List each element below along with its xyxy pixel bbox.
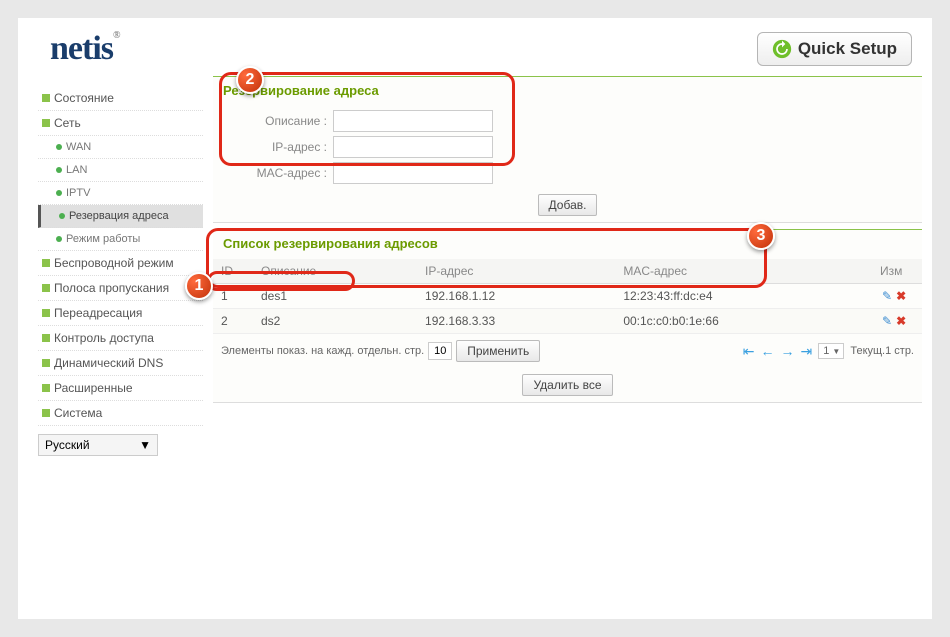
- table-row: 2ds2192.168.3.3300:1c:c0:b0:1e:66 ✎ ✖: [213, 309, 922, 334]
- sidebar-item-label: IPTV: [66, 187, 90, 199]
- dot-icon: [56, 190, 62, 196]
- cell-desc: ds2: [253, 309, 417, 334]
- delete-icon[interactable]: ✖: [896, 289, 906, 303]
- reservation-table: ID Описание IP-адрес MAC-адрес Изм 1des1…: [213, 259, 922, 334]
- cell-mac: 00:1c:c0:b0:1e:66: [615, 309, 872, 334]
- prev-page-icon[interactable]: ←: [760, 343, 774, 359]
- per-page-input[interactable]: [428, 342, 452, 360]
- mac-input[interactable]: [333, 162, 493, 184]
- paging-label: Элементы показ. на кажд. отдельн. стр.: [221, 345, 424, 357]
- cell-mac: 12:23:43:ff:dc:e4: [615, 284, 872, 309]
- form-title: Резервирование адреса: [213, 77, 922, 106]
- cell-ip: 192.168.3.33: [417, 309, 615, 334]
- col-desc: Описание: [253, 259, 417, 284]
- square-icon: [42, 359, 50, 367]
- square-icon: [42, 94, 50, 102]
- col-mac: MAC-адрес: [615, 259, 872, 284]
- annotation-marker-1: 1: [185, 272, 213, 300]
- edit-icon[interactable]: ✎: [882, 289, 892, 303]
- sidebar-item-label: Расширенные: [54, 381, 133, 395]
- cell-id: 1: [213, 284, 253, 309]
- sidebar-item-wan[interactable]: WAN: [38, 136, 203, 159]
- delete-icon[interactable]: ✖: [896, 314, 906, 328]
- sidebar-item-iptv[interactable]: IPTV: [38, 182, 203, 205]
- sidebar-item-label: Состояние: [54, 91, 114, 105]
- language-label: Русский: [45, 438, 90, 452]
- sidebar-item-label: Переадресация: [54, 306, 142, 320]
- sidebar-item-полоса-пропускания[interactable]: Полоса пропускания: [38, 276, 203, 301]
- sidebar-item-состояние[interactable]: Состояние: [38, 86, 203, 111]
- logo: netis®: [50, 30, 119, 68]
- list-title: Список резервирования адресов: [213, 230, 922, 259]
- sidebar-item-label: Резервация адреса: [69, 210, 169, 222]
- sidebar-item-label: LAN: [66, 164, 87, 176]
- language-select[interactable]: Русский ▼: [38, 434, 158, 456]
- annotation-marker-2: 2: [236, 66, 264, 94]
- col-act: Изм: [872, 259, 922, 284]
- chevron-down-icon: ▼: [139, 438, 151, 452]
- square-icon: [42, 309, 50, 317]
- square-icon: [42, 334, 50, 342]
- dot-icon: [56, 236, 62, 242]
- page-select[interactable]: 1: [818, 343, 844, 359]
- sidebar-item-расширенные[interactable]: Расширенные: [38, 376, 203, 401]
- table-row: 1des1192.168.1.1212:23:43:ff:dc:e4 ✎ ✖: [213, 284, 922, 309]
- sidebar-item-режим-работы[interactable]: Режим работы: [38, 228, 203, 251]
- sidebar-item-динамический-dns[interactable]: Динамический DNS: [38, 351, 203, 376]
- dot-icon: [56, 167, 62, 173]
- cell-desc: des1: [253, 284, 417, 309]
- sidebar-item-контроль-доступа[interactable]: Контроль доступа: [38, 326, 203, 351]
- sidebar-item-беспроводной-режим[interactable]: Беспроводной режим: [38, 251, 203, 276]
- sidebar-item-label: Контроль доступа: [54, 331, 154, 345]
- delete-all-button[interactable]: Удалить все: [522, 374, 612, 396]
- sidebar-item-резервация-адреса[interactable]: Резервация адреса: [38, 205, 203, 228]
- annotation-marker-3: 3: [747, 222, 775, 250]
- sidebar-item-label: Сеть: [54, 116, 81, 130]
- sidebar-item-label: WAN: [66, 141, 91, 153]
- sidebar-item-label: Полоса пропускания: [54, 281, 169, 295]
- square-icon: [42, 384, 50, 392]
- current-page-label: Текущ.1 стр.: [850, 345, 914, 357]
- ip-label: IP-адрес :: [213, 140, 333, 154]
- edit-icon[interactable]: ✎: [882, 314, 892, 328]
- ip-input[interactable]: [333, 136, 493, 158]
- quick-setup-label: Quick Setup: [798, 39, 897, 59]
- square-icon: [42, 119, 50, 127]
- apply-button[interactable]: Применить: [456, 340, 540, 362]
- dot-icon: [56, 144, 62, 150]
- cell-ip: 192.168.1.12: [417, 284, 615, 309]
- desc-input[interactable]: [333, 110, 493, 132]
- refresh-icon: [772, 39, 792, 59]
- sidebar-item-переадресация[interactable]: Переадресация: [38, 301, 203, 326]
- sidebar-item-label: Система: [54, 406, 102, 420]
- sidebar-item-label: Беспроводной режим: [54, 256, 174, 270]
- square-icon: [42, 409, 50, 417]
- last-page-icon[interactable]: ⇥: [800, 343, 812, 360]
- dot-icon: [59, 213, 65, 219]
- col-id: ID: [213, 259, 253, 284]
- quick-setup-button[interactable]: Quick Setup: [757, 32, 912, 66]
- cell-id: 2: [213, 309, 253, 334]
- sidebar-item-label: Режим работы: [66, 233, 140, 245]
- sidebar: Состояние Сеть WAN LAN IPTV Резервация адреса…: [18, 76, 203, 456]
- add-button[interactable]: Добав.: [538, 194, 598, 216]
- sidebar-item-label: Динамический DNS: [54, 356, 163, 370]
- desc-label: Описание :: [213, 114, 333, 128]
- sidebar-item-система[interactable]: Система: [38, 401, 203, 426]
- sidebar-item-сеть[interactable]: Сеть: [38, 111, 203, 136]
- first-page-icon[interactable]: ⇤: [743, 343, 755, 360]
- next-page-icon[interactable]: →: [780, 343, 794, 359]
- sidebar-item-lan[interactable]: LAN: [38, 159, 203, 182]
- col-ip: IP-адрес: [417, 259, 615, 284]
- square-icon: [42, 284, 50, 292]
- square-icon: [42, 259, 50, 267]
- mac-label: MAC-адрес :: [213, 166, 333, 180]
